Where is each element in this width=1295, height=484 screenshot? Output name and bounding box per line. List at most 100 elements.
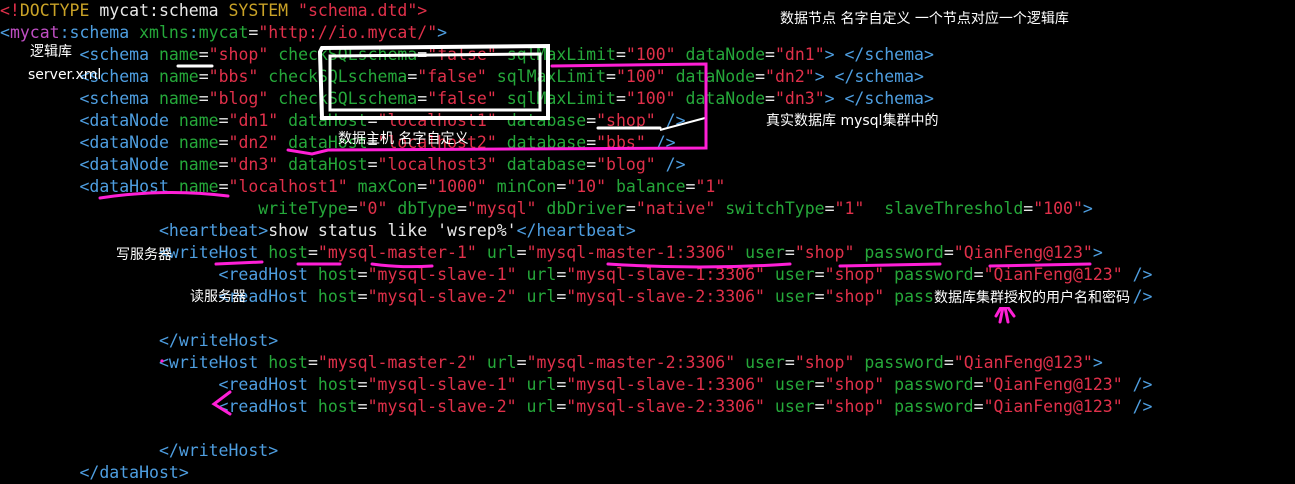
code-token: "1" bbox=[695, 177, 726, 196]
code-token: name bbox=[178, 133, 219, 152]
code-token: "localhost1" bbox=[228, 177, 348, 196]
code-token: dataNode bbox=[685, 89, 766, 108]
code-token: = bbox=[417, 89, 428, 108]
code-token: "mysql-slave-2" bbox=[367, 397, 517, 416]
code-token: = bbox=[586, 111, 597, 130]
code-token: <readHost bbox=[218, 397, 318, 416]
code-token: = bbox=[973, 375, 984, 394]
code-token: = bbox=[357, 397, 368, 416]
code-token: <dataNode bbox=[79, 155, 179, 174]
code-token: = bbox=[556, 397, 567, 416]
code-token: "localhost1" bbox=[377, 111, 497, 130]
code-token: "100" bbox=[1033, 199, 1083, 218]
code-token: <readHost bbox=[218, 375, 318, 394]
code-token: = bbox=[367, 111, 378, 130]
code-token: = bbox=[407, 67, 418, 86]
code-token: = bbox=[1023, 199, 1034, 218]
code-line: <schema name="blog" checkSQLschema="fals… bbox=[0, 88, 933, 110]
code-token: name bbox=[178, 155, 219, 174]
code-token: "blog" bbox=[596, 155, 656, 174]
code-line: <readHost host="mysql-slave-1" url="mysq… bbox=[0, 374, 1153, 396]
code-line: <readHost host="mysql-slave-1" url="mysq… bbox=[0, 264, 1153, 286]
code-token: writeType bbox=[258, 199, 348, 218]
terminal-window: <!DOCTYPE mycat:schema SYSTEM "schema.dt… bbox=[0, 0, 1295, 484]
code-line: </writeHost> bbox=[0, 330, 278, 352]
annotation-real-db: 真实数据库 mysql集群中的 bbox=[766, 113, 939, 129]
code-token: = bbox=[456, 199, 467, 218]
code-token: "false" bbox=[417, 67, 487, 86]
code-token: dataNode bbox=[675, 67, 756, 86]
code-token: "schema.dtd" bbox=[298, 1, 418, 20]
code-token: url bbox=[526, 265, 557, 284]
code-line: <schema name="shop" checkSQLschema="fals… bbox=[0, 44, 934, 66]
code-token: dataHost bbox=[288, 155, 368, 174]
code-token: "QianFeng@123" bbox=[983, 265, 1123, 284]
code-token: "blog" bbox=[208, 89, 269, 108]
code-token: > </schema> bbox=[824, 45, 934, 64]
code-token: : bbox=[188, 23, 199, 42]
code-token: password bbox=[894, 375, 974, 394]
code-token: user bbox=[774, 287, 815, 306]
code-token: :schema bbox=[59, 23, 140, 42]
code-token: = bbox=[357, 287, 368, 306]
code-token: host bbox=[317, 397, 358, 416]
code-token: = bbox=[198, 45, 209, 64]
code-token: /> bbox=[1132, 375, 1153, 394]
code-token: "false" bbox=[427, 45, 497, 64]
code-token: dbDriver bbox=[546, 199, 626, 218]
code-token: xmlns bbox=[139, 23, 189, 42]
code-token: "dn1" bbox=[774, 45, 825, 64]
code-token: "dn3" bbox=[228, 155, 279, 174]
code-token: = bbox=[973, 265, 984, 284]
code-token: "QianFeng@123" bbox=[953, 353, 1093, 372]
code-token: user bbox=[774, 397, 815, 416]
code-token: /> bbox=[1132, 397, 1153, 416]
code-token: "mysql-slave-2:3306" bbox=[566, 287, 765, 306]
code-token: = bbox=[943, 353, 954, 372]
code-token: = bbox=[307, 353, 318, 372]
code-token: "mysql-slave-2" bbox=[367, 287, 517, 306]
code-token: = bbox=[784, 243, 795, 262]
code-token: = bbox=[198, 67, 209, 86]
code-token: = bbox=[556, 177, 567, 196]
code-line: <dataHost name="localhost1" maxCon="1000… bbox=[0, 176, 725, 198]
code-line: writeType="0" dbType="mysql" dbDriver="n… bbox=[0, 198, 1093, 220]
code-token: url bbox=[526, 397, 557, 416]
code-token: = bbox=[357, 265, 368, 284]
code-token: name bbox=[178, 177, 219, 196]
code-token: host bbox=[268, 243, 308, 262]
code-token: > </schema> bbox=[814, 67, 924, 86]
code-token: show status like 'wsrep%' bbox=[268, 221, 517, 240]
code-token: password bbox=[894, 397, 974, 416]
code-token: slaveThreshold bbox=[884, 199, 1024, 218]
code-token: /> bbox=[665, 111, 686, 130]
code-token: = bbox=[824, 199, 835, 218]
code-token: "http://io.mycat/" bbox=[258, 23, 438, 42]
code-token: = bbox=[307, 243, 318, 262]
code-token: = bbox=[625, 199, 636, 218]
code-token: "1" bbox=[834, 199, 865, 218]
code-token: /> bbox=[655, 133, 676, 152]
